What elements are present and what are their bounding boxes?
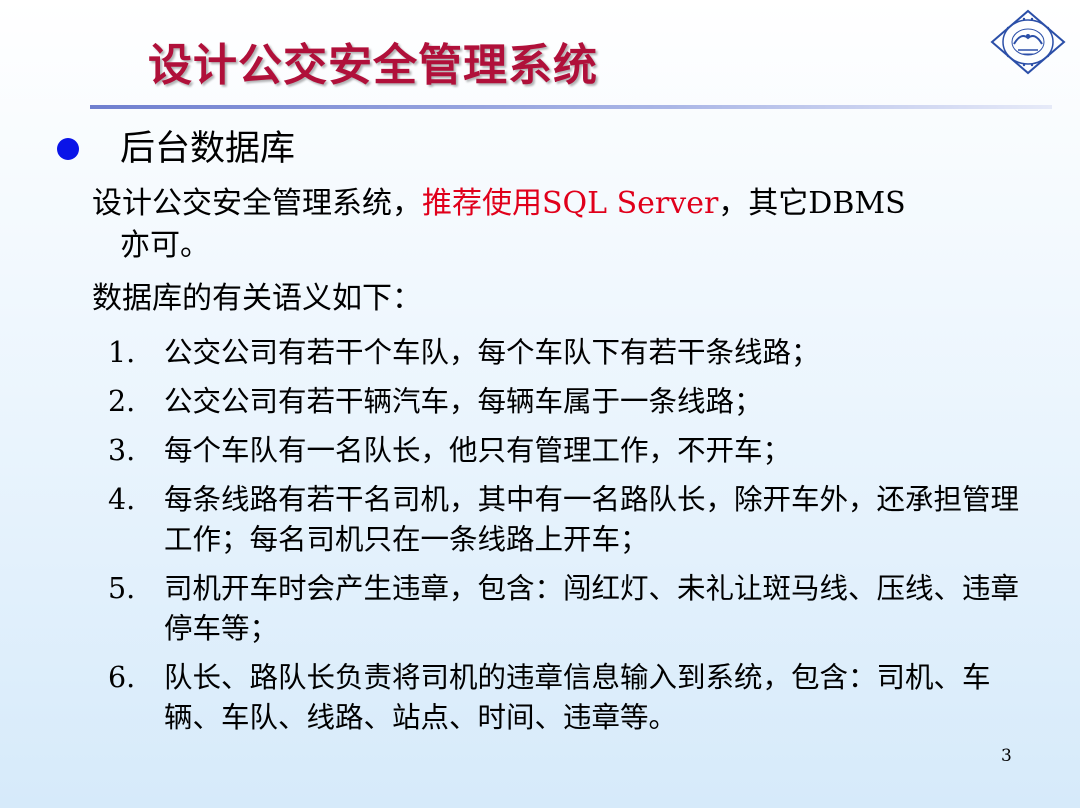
item-text: 每条线路有若干名司机，其中有一名路队长，除开车外，还承担管理工作；每名司机只在一… [164, 483, 1020, 556]
item-text: 司机开车时会产生违章，包含：闯红灯、未礼让斑马线、压线、违章停车等； [164, 572, 1020, 645]
list-item: 3. 每个车队有一名队长，他只有管理工作，不开车； [108, 431, 1028, 471]
semantics-label: 数据库的有关语义如下： [92, 281, 422, 316]
title-underline [90, 105, 1052, 109]
item-number: 1. [108, 336, 136, 369]
item-text: 每个车队有一名队长，他只有管理工作，不开车； [164, 434, 792, 467]
bullet-dot-icon [57, 138, 79, 160]
item-text: 公交公司有若干个车队，每个车队下有若干条线路； [164, 336, 820, 369]
university-seal-icon [990, 9, 1066, 75]
list-item: 5. 司机开车时会产生违章，包含：闯红灯、未礼让斑马线、压线、违章停车等； [108, 569, 1028, 649]
intro-text: 设计公交安全管理系统， [92, 186, 422, 221]
semantics-list: 1. 公交公司有若干个车队，每个车队下有若干条线路； 2. 公交公司有若干辆汽车… [108, 333, 1028, 747]
page-number: 3 [1001, 746, 1012, 766]
item-number: 3. [108, 434, 136, 467]
intro-highlight: 推荐使用SQL Server [422, 186, 719, 221]
item-text: 队长、路队长负责将司机的违章信息输入到系统，包含：司机、车辆、车队、线路、站点、… [164, 661, 991, 734]
intro-paragraph: 设计公交安全管理系统，推荐使用SQL Server，其它DBMS 亦可。 [92, 183, 1042, 267]
slide-title: 设计公交安全管理系统 [148, 40, 598, 91]
list-item: 4. 每条线路有若干名司机，其中有一名路队长，除开车外，还承担管理工作；每名司机… [108, 480, 1028, 560]
list-item: 2. 公交公司有若干辆汽车，每辆车属于一条线路； [108, 382, 1028, 422]
item-number: 2. [108, 385, 136, 418]
intro-text-end: ，其它DBMS [718, 186, 906, 221]
section-heading: 后台数据库 [120, 129, 296, 169]
item-number: 6. [108, 661, 136, 694]
item-text: 公交公司有若干辆汽车，每辆车属于一条线路； [164, 385, 763, 418]
list-item: 1. 公交公司有若干个车队，每个车队下有若干条线路； [108, 333, 1028, 373]
item-number: 4. [108, 483, 136, 516]
list-item: 6. 队长、路队长负责将司机的违章信息输入到系统，包含：司机、车辆、车队、线路、… [108, 658, 1028, 738]
item-number: 5. [108, 572, 136, 605]
intro-line-2: 亦可。 [120, 228, 210, 263]
